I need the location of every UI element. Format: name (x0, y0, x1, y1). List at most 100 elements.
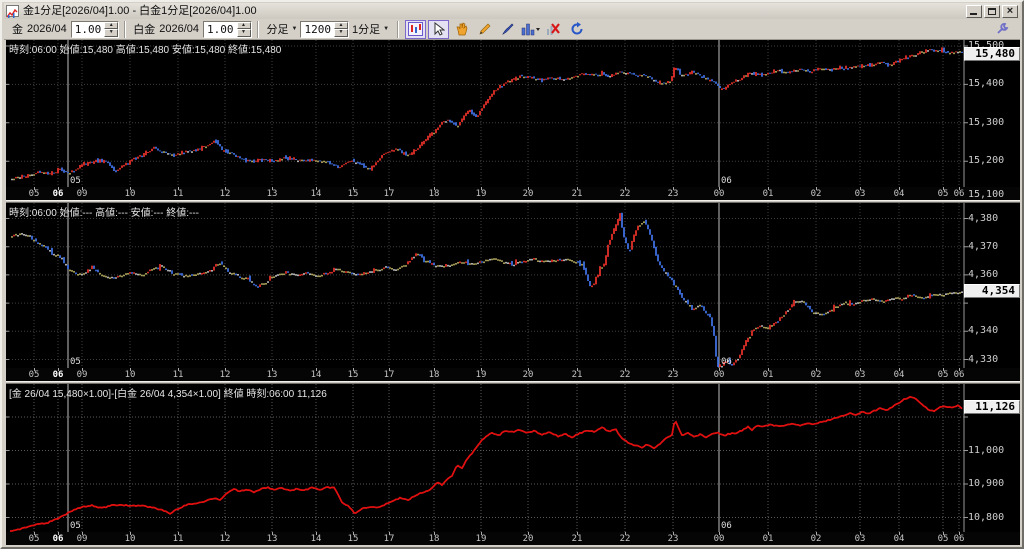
kline-icon (408, 22, 423, 36)
select-cursor-button[interactable] (428, 20, 449, 39)
time-axis-label: 05 (23, 189, 45, 199)
spread-pane[interactable]: [金 26/04 15,480×1.00]-[白金 26/04 4,354×1.… (6, 384, 1020, 545)
interval-count-down[interactable]: ▼ (334, 29, 348, 37)
wrench-settings-button[interactable] (991, 20, 1012, 39)
close-icon: × (1003, 5, 1017, 18)
price-axis-label: 10,800 (968, 513, 1018, 523)
pencil-draw-button[interactable] (474, 20, 495, 39)
time-axis-label: 20 (517, 189, 539, 199)
interval-count-value[interactable]: 1200 (301, 22, 334, 37)
chart-type-button[interactable] (520, 20, 541, 39)
gold-multiplier-down[interactable]: ▼ (104, 29, 118, 37)
time-axis-label: 13 (261, 534, 283, 544)
time-axis-label: 15 (342, 534, 364, 544)
time-axis-label: 04 (888, 189, 910, 199)
time-axis-label: 06 (47, 534, 69, 544)
refresh-button[interactable] (566, 20, 587, 39)
close-button[interactable]: × (1002, 5, 1018, 18)
gold-multiplier-up[interactable]: ▲ (104, 22, 118, 30)
platinum-multiplier-up[interactable]: ▲ (237, 22, 251, 30)
gold-pane[interactable]: 時刻:06:00 始値:15,480 高値:15,480 安値:15,480 終… (6, 40, 1020, 200)
platinum-time-axis: 0506091011121314151718192021222300010203… (6, 368, 1020, 381)
platinum-ohlc-header: 時刻:06:00 始値:--- 高値:--- 安値:--- 終値:--- (9, 204, 199, 219)
price-axis-label: 15,200 (968, 156, 1018, 166)
gold-multiplier-value[interactable]: 1.00 (72, 22, 105, 37)
pan-hand-button[interactable] (451, 20, 472, 39)
minimize-button[interactable] (966, 5, 982, 18)
price-axis-label: 4,360 (968, 270, 1018, 280)
toolbar-separator (124, 21, 126, 38)
gold-ohlc-header: 時刻:06:00 始値:15,480 高値:15,480 安値:15,480 終… (9, 41, 281, 56)
date-marker: 06 (721, 176, 732, 186)
app-icon (6, 5, 19, 17)
time-axis-label: 22 (614, 534, 636, 544)
platinum-contract-month: 2026/04 (159, 23, 199, 35)
delete-drawing-button[interactable] (543, 20, 564, 39)
time-axis-label: 09 (71, 370, 93, 380)
time-axis-label: 09 (71, 534, 93, 544)
cursor-icon (432, 22, 445, 36)
spread-header: [金 26/04 15,480×1.00]-[白金 26/04 4,354×1.… (9, 385, 327, 400)
price-axis-label: 15,100 (968, 190, 1018, 200)
time-axis-label: 12 (214, 370, 236, 380)
time-axis-label: 10 (119, 534, 141, 544)
time-axis-label: 02 (805, 534, 827, 544)
time-axis-label: 11 (167, 534, 189, 544)
gold-last-price-badge: 15,480 (964, 47, 1020, 61)
spread-time-axis: 0506091011121314151718192021222300010203… (6, 532, 1020, 545)
time-axis-label: 15 (342, 189, 364, 199)
date-marker: 06 (721, 521, 732, 531)
maximize-button[interactable] (984, 5, 1000, 18)
time-axis-label: 09 (71, 189, 93, 199)
time-axis-label: 23 (662, 534, 684, 544)
time-axis-label: 21 (566, 534, 588, 544)
platinum-multiplier-down[interactable]: ▼ (237, 29, 251, 37)
spread-line-plot[interactable] (6, 384, 1020, 532)
platinum-last-price-badge: 4,354 (964, 284, 1020, 298)
price-axis-label: 15,400 (968, 79, 1018, 89)
time-axis-label: 06 (948, 534, 970, 544)
price-axis-label: 4,330 (968, 355, 1018, 365)
time-axis-label: 19 (470, 189, 492, 199)
time-axis-label: 02 (805, 370, 827, 380)
toolbar-separator (397, 21, 399, 38)
chart-area[interactable]: 時刻:06:00 始値:15,480 高値:15,480 安値:15,480 終… (6, 40, 1020, 545)
platinum-multiplier-value[interactable]: 1.00 (204, 22, 237, 37)
wrench-icon (995, 22, 1009, 36)
time-axis-label: 21 (566, 189, 588, 199)
platinum-pane[interactable]: 時刻:06:00 始値:--- 高値:--- 安値:--- 終値:--- 050… (6, 203, 1020, 381)
time-axis-label: 14 (305, 189, 327, 199)
time-axis-label: 10 (119, 370, 141, 380)
kline-settings-button[interactable] (405, 20, 426, 39)
time-axis-label: 18 (423, 370, 445, 380)
time-axis-label: 01 (757, 370, 779, 380)
pencil-icon (478, 22, 492, 36)
gold-time-axis: 0506091011121314151718192021222300010203… (6, 187, 1020, 200)
interval-count-up[interactable]: ▲ (334, 22, 348, 30)
time-axis-label: 14 (305, 370, 327, 380)
time-axis-label: 18 (423, 189, 445, 199)
platinum-multiplier-spinner[interactable]: 1.00 ▲▼ (203, 21, 252, 38)
time-axis-label: 12 (214, 534, 236, 544)
gold-multiplier-spinner[interactable]: 1.00 ▲▼ (71, 21, 120, 38)
price-axis-label: 4,370 (968, 242, 1018, 252)
time-axis-label: 06 (948, 370, 970, 380)
time-axis-label: 00 (708, 370, 730, 380)
time-axis-label: 10 (119, 189, 141, 199)
gold-candlestick-plot[interactable] (6, 40, 1020, 187)
date-marker: 06 (721, 357, 732, 367)
time-axis-label: 20 (517, 370, 539, 380)
time-axis-label: 11 (167, 370, 189, 380)
time-axis-label: 21 (566, 370, 588, 380)
interval-selected-dropdown[interactable]: 1分足 ▼ (349, 20, 392, 38)
time-axis-label: 15 (342, 370, 364, 380)
time-axis-label: 19 (470, 534, 492, 544)
time-axis-label: 17 (378, 534, 400, 544)
time-axis-label: 23 (662, 189, 684, 199)
interval-type-dropdown[interactable]: 分足 ▼ (264, 20, 301, 38)
platinum-candlestick-plot[interactable] (6, 203, 1020, 368)
hand-icon (455, 22, 469, 36)
time-axis-label: 00 (708, 189, 730, 199)
interval-count-spinner[interactable]: 1200 ▲▼ (300, 21, 349, 38)
pen-draw-button[interactable] (497, 20, 518, 39)
